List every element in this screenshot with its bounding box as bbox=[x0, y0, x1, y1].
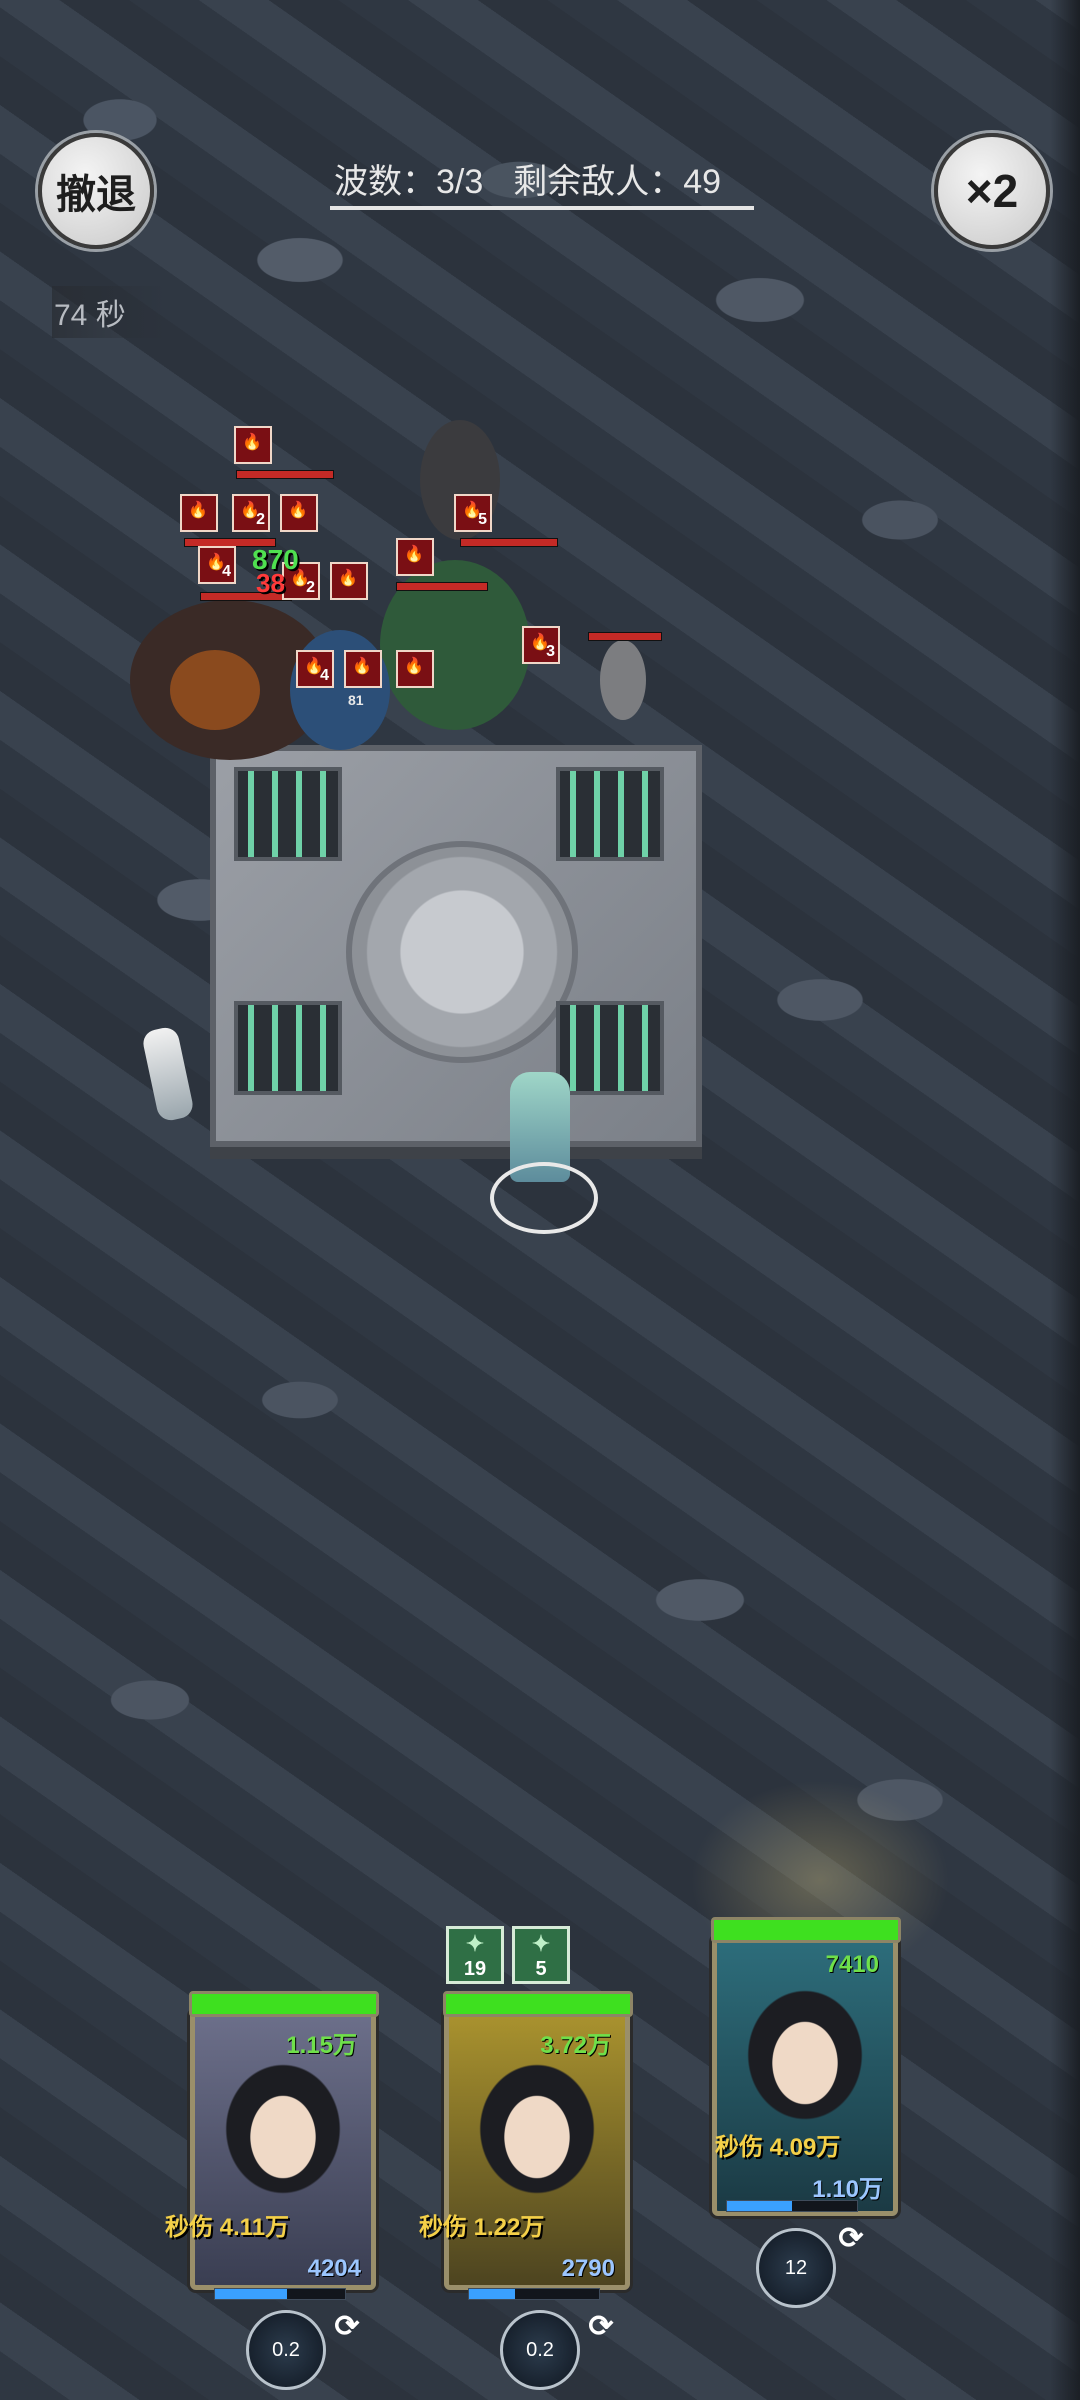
burn-debuff-icon bbox=[234, 426, 272, 464]
skill-button[interactable]: 12 bbox=[756, 2228, 836, 2308]
wall-edge bbox=[1050, 0, 1080, 2400]
floor-grate bbox=[234, 1001, 342, 1095]
bleed-debuff-icon bbox=[396, 650, 434, 688]
hero-health-bar bbox=[443, 1991, 633, 2017]
swap-hero-icon[interactable]: ⟳ bbox=[834, 2222, 868, 2256]
wave-count: 波数：3/3 bbox=[334, 162, 484, 201]
bleed-debuff-icon bbox=[280, 494, 318, 532]
burn-debuff-icon: 5 bbox=[454, 494, 492, 532]
remaining-enemies: 剩余敌人：49 bbox=[513, 162, 722, 201]
enemy-health-bar bbox=[236, 470, 334, 479]
hero-health-value: 1.15万 bbox=[286, 2032, 357, 2059]
damage-number: 38 bbox=[256, 568, 285, 598]
floor-grate bbox=[556, 767, 664, 861]
hero-card-1[interactable]: 1.15万 秒伤 4.11万 4204 bbox=[165, 1991, 379, 2290]
burn-debuff-icon: 4 bbox=[296, 650, 334, 688]
burn-debuff-icon bbox=[180, 494, 218, 532]
burn-debuff-icon bbox=[396, 538, 434, 576]
burn-debuff-icon: 2 bbox=[232, 494, 270, 532]
burn-debuff-icon: 4 bbox=[198, 546, 236, 584]
hero-mana-value: 2790 bbox=[561, 2255, 615, 2282]
swap-hero-icon[interactable]: ⟳ bbox=[330, 2310, 364, 2344]
battle-timer: 74 秒 bbox=[52, 286, 166, 338]
hero-health-bar bbox=[711, 1917, 901, 1943]
hero-card-3[interactable]: 7410 秒伤 4.09万 1.10万 bbox=[711, 1917, 901, 2216]
hero-dps: 秒伤 4.09万 bbox=[715, 2134, 841, 2161]
hero-mana-bar bbox=[726, 2200, 858, 2212]
enemy-health-bar bbox=[460, 538, 558, 547]
skill-button[interactable]: 0.2 bbox=[246, 2310, 326, 2390]
enemy-health-bar bbox=[396, 582, 488, 591]
hero-mana-value: 1.10万 bbox=[812, 2176, 883, 2203]
floor-grate bbox=[556, 1001, 664, 1095]
hero-mana-bar bbox=[214, 2288, 346, 2300]
hero-portrait bbox=[457, 2059, 617, 2209]
buff-icon: 19 bbox=[446, 1926, 504, 1984]
stone-altar bbox=[210, 745, 702, 1147]
altar-emblem bbox=[346, 841, 578, 1063]
player-selection-ring bbox=[490, 1162, 598, 1234]
burn-debuff-icon: 3 bbox=[522, 626, 560, 664]
hero-dps: 秒伤 4.11万 bbox=[165, 2214, 290, 2241]
wave-status: 波数：3/3 剩余敌人：49 bbox=[330, 150, 754, 210]
enemy-beast-armor bbox=[170, 650, 260, 730]
swap-hero-icon[interactable]: ⟳ bbox=[584, 2310, 618, 2344]
burn-debuff-icon bbox=[344, 650, 382, 688]
hero-mana-value: 4204 bbox=[307, 2255, 361, 2282]
buff-icon: 5 bbox=[512, 1926, 570, 1984]
enemy-health-bar bbox=[588, 632, 662, 641]
hero-health-value: 7410 bbox=[825, 1951, 879, 1978]
hero-portrait bbox=[203, 2059, 363, 2209]
enemy-ice-caster[interactable] bbox=[290, 630, 390, 750]
hero-health-bar bbox=[189, 1991, 379, 2017]
hero-dps: 秒伤 1.22万 bbox=[419, 2214, 545, 2241]
hero-health-value: 3.72万 bbox=[540, 2032, 611, 2059]
enemy-skeleton[interactable] bbox=[600, 640, 646, 720]
enemy-small-label: 81 bbox=[348, 692, 364, 708]
hero-mana-bar bbox=[468, 2288, 600, 2300]
retreat-button[interactable]: 撤退 bbox=[38, 133, 154, 249]
hero-card-2[interactable]: 3.72万 秒伤 1.22万 2790 bbox=[419, 1991, 633, 2290]
hero-portrait bbox=[725, 1985, 885, 2135]
bleed-debuff-icon bbox=[330, 562, 368, 600]
speed-toggle-button[interactable]: ×2 bbox=[934, 133, 1050, 249]
skill-button[interactable]: 0.2 bbox=[500, 2310, 580, 2390]
floor-grate bbox=[234, 767, 342, 861]
